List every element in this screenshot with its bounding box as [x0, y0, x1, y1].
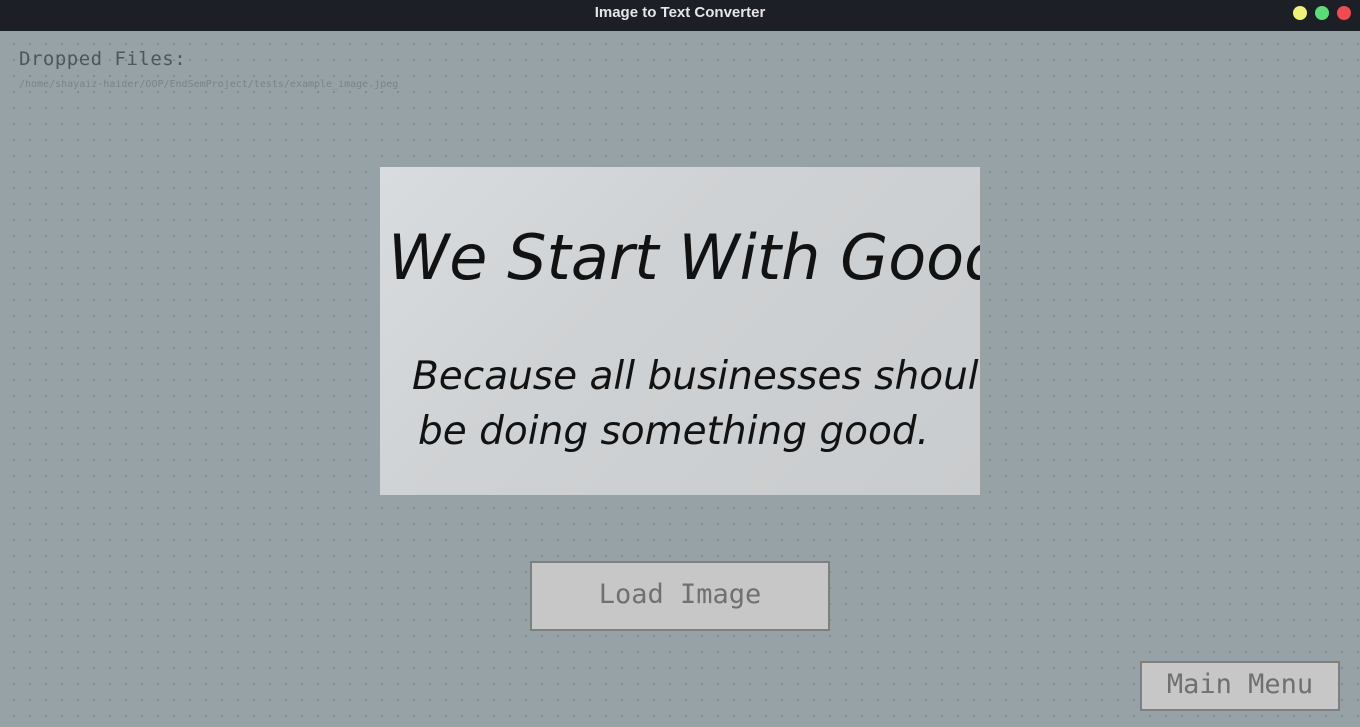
- dropped-file-path: /home/shayaiz-haider/OOP/EndSemProject/t…: [19, 79, 399, 90]
- preview-line-3: be doing something good.: [418, 409, 929, 454]
- maximize-button[interactable]: [1315, 6, 1329, 20]
- window-title: Image to Text Converter: [594, 4, 766, 21]
- minimize-button[interactable]: [1293, 6, 1307, 20]
- handwriting-image: We Start With Good Because all businesse…: [388, 221, 980, 454]
- close-button[interactable]: [1337, 6, 1351, 20]
- main-menu-button[interactable]: Main Menu: [1140, 661, 1340, 711]
- preview-line-1: We Start With Good: [388, 221, 980, 294]
- image-preview: We Start With Good Because all businesse…: [380, 167, 980, 495]
- main-content: Dropped Files: /home/shayaiz-haider/OOP/…: [0, 31, 1360, 727]
- window-controls: [1293, 6, 1351, 20]
- title-bar: Image to Text Converter: [0, 0, 1360, 31]
- preview-line-2: Because all businesses should: [412, 354, 980, 399]
- app-window: Image to Text Converter Dropped Files: /…: [0, 0, 1360, 727]
- load-image-button[interactable]: Load Image: [530, 561, 830, 631]
- dropped-files-heading: Dropped Files:: [19, 48, 187, 70]
